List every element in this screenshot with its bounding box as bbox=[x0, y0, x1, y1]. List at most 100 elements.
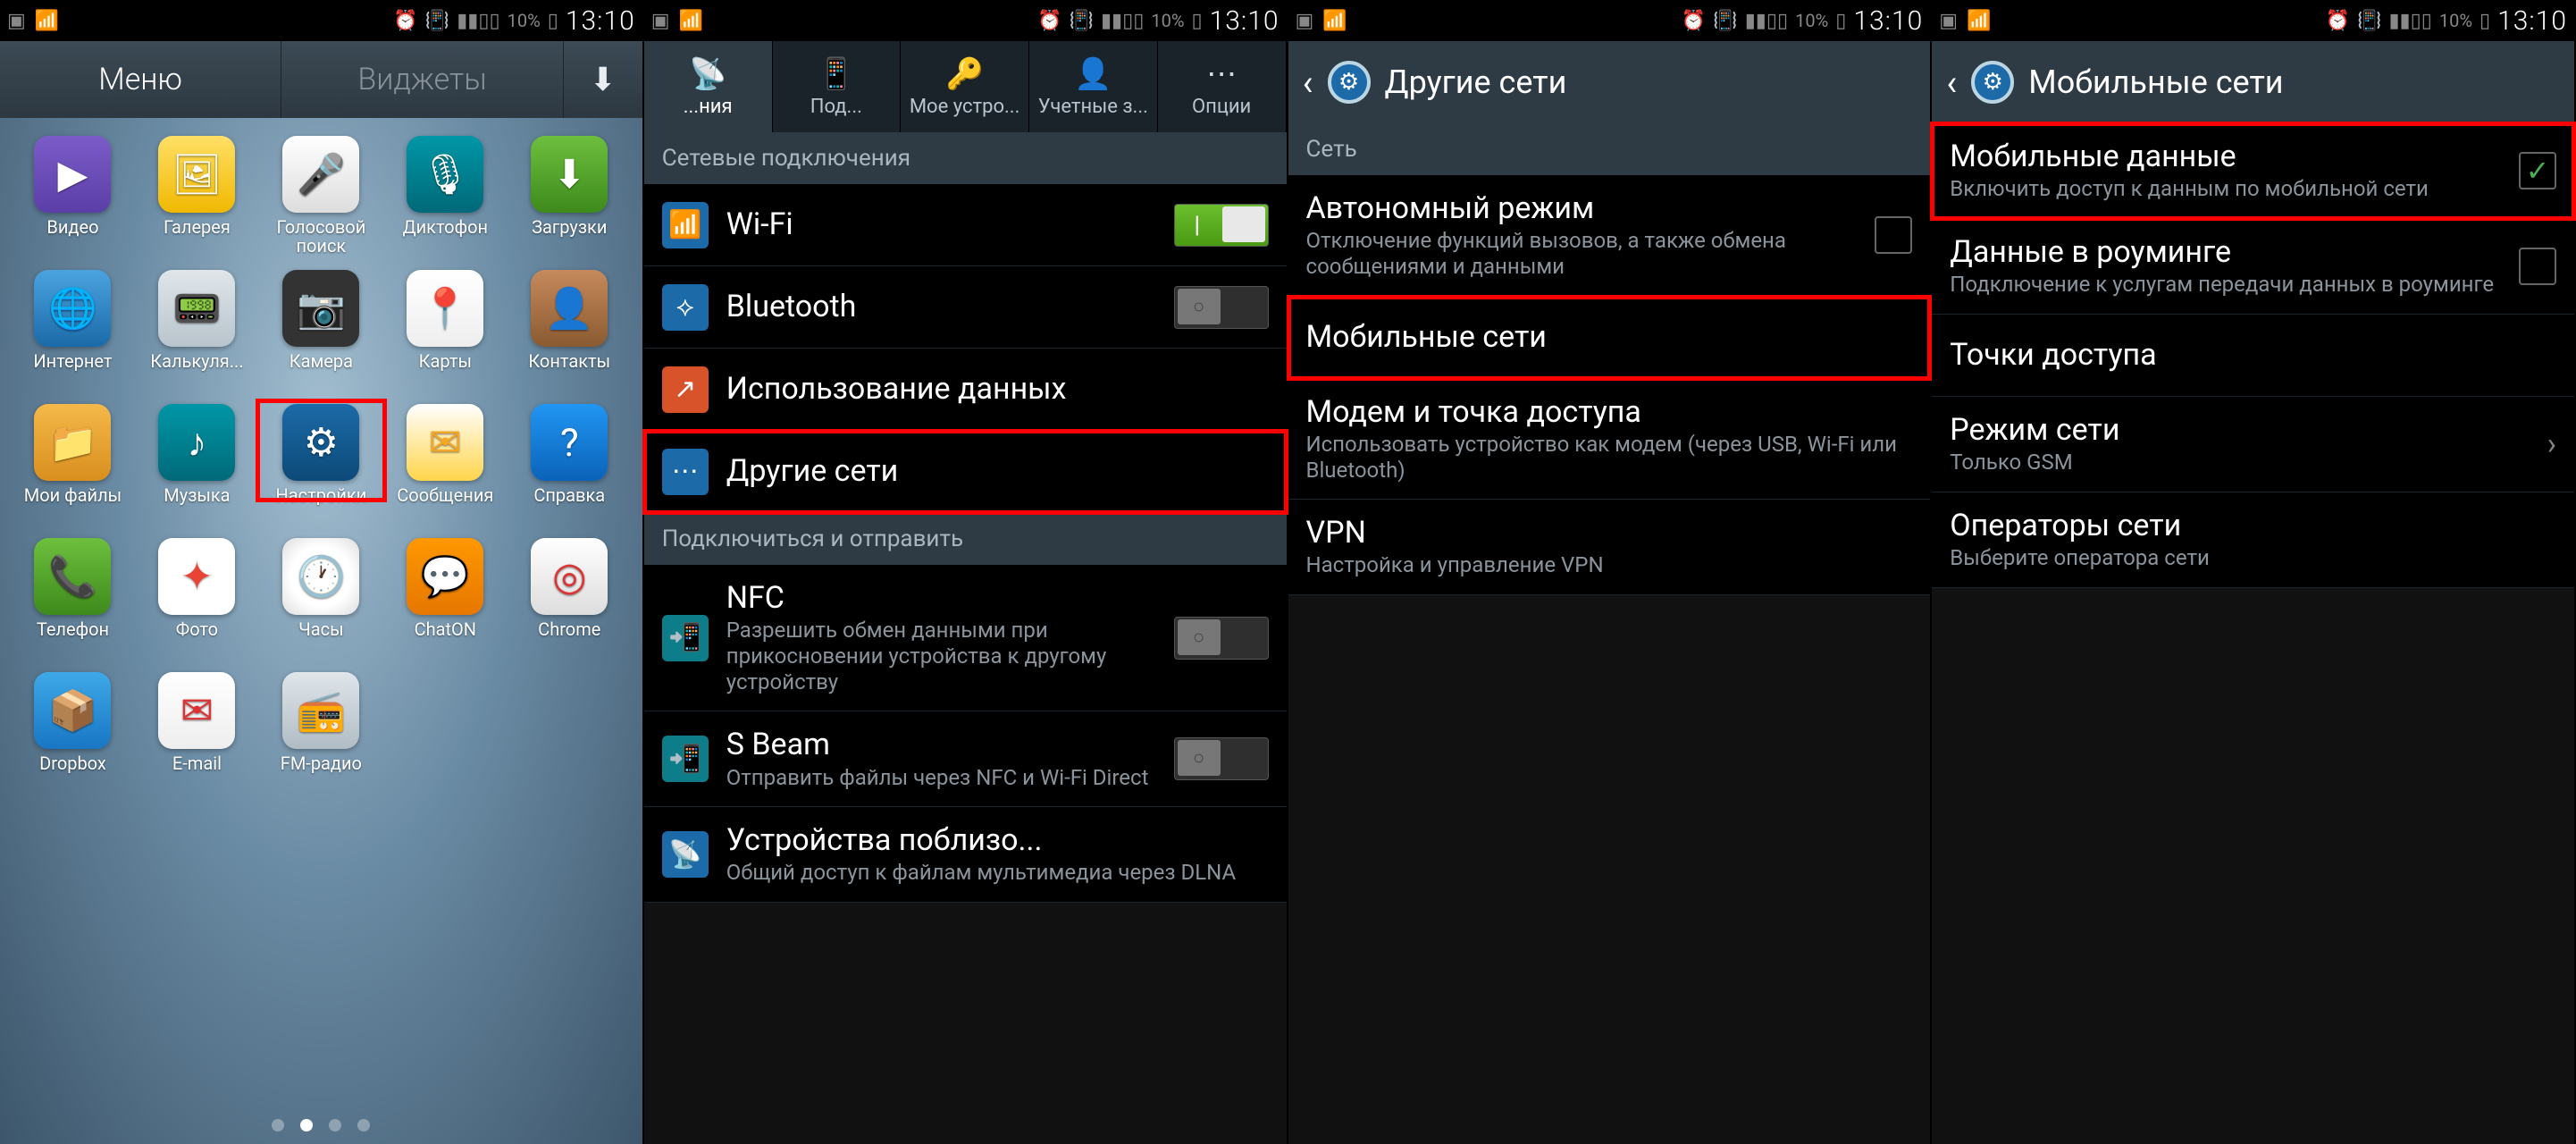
app-icon: 📻 bbox=[282, 672, 359, 749]
tab-label: Мое устро... bbox=[910, 96, 1020, 118]
app-icon: ✉ bbox=[407, 404, 483, 481]
wifi-icon: 📶 bbox=[679, 10, 703, 32]
list-item[interactable]: 📲S BeamОтправить файлы через NFC и Wi-Fi… bbox=[644, 711, 1287, 807]
row-icon: 📲 bbox=[662, 615, 709, 661]
app-Справка[interactable]: ?Справка bbox=[509, 404, 630, 526]
app-Телефон[interactable]: 📞Телефон bbox=[13, 538, 133, 660]
app-label: Загрузки bbox=[532, 218, 607, 257]
battery-icon: ▯ bbox=[2480, 10, 2490, 32]
list-item[interactable]: 📡Устройства поблизо...Общий доступ к фай… bbox=[644, 807, 1287, 903]
checkbox[interactable] bbox=[1875, 216, 1912, 254]
list-item[interactable]: Автономный режимОтключение функций вызов… bbox=[1288, 175, 1931, 297]
tab-label: ...ния bbox=[684, 96, 733, 118]
vibrate-icon: 📳 bbox=[425, 10, 449, 32]
notification-icon: ▣ bbox=[1939, 10, 1958, 32]
app-icon: 🖼 bbox=[158, 136, 235, 213]
list-item[interactable]: Мобильные данныеВключить доступ к данным… bbox=[1932, 123, 2574, 219]
settings-tab[interactable]: 📡...ния bbox=[644, 41, 773, 132]
app-label: FM-радио bbox=[281, 754, 362, 794]
row-title: S Beam bbox=[726, 728, 1156, 762]
tab-label: Под... bbox=[810, 96, 862, 118]
row-title: NFC bbox=[726, 581, 1156, 616]
app-icon: ⬇ bbox=[531, 136, 608, 213]
battery-icon: ▯ bbox=[1192, 10, 1203, 32]
download-icon[interactable]: ⬇ bbox=[564, 61, 642, 98]
app-icon: 📞 bbox=[34, 538, 111, 615]
screen-app-drawer: ▣📶 ⏰ 📳 ▮▮▯▯ 10% ▯ 13:10 Меню Виджеты ⬇ ▶… bbox=[0, 0, 644, 1144]
app-Часы[interactable]: 🕐Часы bbox=[261, 538, 382, 660]
toggle[interactable] bbox=[1174, 737, 1269, 780]
row-icon: ⋯ bbox=[662, 449, 709, 495]
tab-widgets[interactable]: Виджеты bbox=[281, 41, 563, 118]
settings-top-tabs: 📡...ния📱Под...🔑Мое устро...👤Учетные з...… bbox=[644, 41, 1287, 132]
settings-tab[interactable]: ⋯Опции bbox=[1158, 41, 1287, 132]
app-Голосовой поиск[interactable]: 🎤Голосовой поиск bbox=[261, 136, 382, 257]
checkbox[interactable]: ✓ bbox=[2519, 152, 2556, 189]
app-E-mail[interactable]: ✉E-mail bbox=[137, 672, 257, 794]
status-bar: ▣📶 ⏰📳 ▮▮▯▯ 10% ▯ 13:10 bbox=[1288, 0, 1931, 41]
app-Интернет[interactable]: 🌐Интернет bbox=[13, 270, 133, 391]
toggle[interactable] bbox=[1174, 286, 1269, 329]
app-Мои файлы[interactable]: 📁Мои файлы bbox=[13, 404, 133, 526]
app-label: Диктофон bbox=[403, 218, 488, 257]
app-icon: 📍 bbox=[407, 270, 483, 347]
app-icon: 📁 bbox=[34, 404, 111, 481]
app-ChatON[interactable]: 💬ChatON bbox=[385, 538, 506, 660]
app-Карты[interactable]: 📍Карты bbox=[385, 270, 506, 391]
row-title: Устройства поблизо... bbox=[726, 823, 1269, 858]
app-Dropbox[interactable]: 📦Dropbox bbox=[13, 672, 133, 794]
list-item[interactable]: Точки доступа bbox=[1932, 315, 2574, 397]
list-item[interactable]: 📶Wi-Fi bbox=[644, 184, 1287, 266]
row-icon: ↗ bbox=[662, 366, 709, 413]
section-connect-share: Подключиться и отправить bbox=[644, 513, 1287, 565]
tab-label: Учетные з... bbox=[1038, 96, 1148, 118]
settings-tab[interactable]: 📱Под... bbox=[773, 41, 902, 132]
app-Галерея[interactable]: 🖼Галерея bbox=[137, 136, 257, 257]
toggle[interactable] bbox=[1174, 617, 1269, 660]
toggle[interactable] bbox=[1174, 204, 1269, 247]
checkbox[interactable] bbox=[2519, 248, 2556, 285]
app-icon: ◎ bbox=[531, 538, 608, 615]
back-icon[interactable]: ‹ bbox=[1946, 62, 1957, 104]
header-more-networks: ‹ ⚙ Другие сети bbox=[1288, 41, 1931, 123]
app-icon: 🌐 bbox=[34, 270, 111, 347]
list-item[interactable]: ⟡Bluetooth bbox=[644, 266, 1287, 349]
app-FM-радио[interactable]: 📻 FM-радио bbox=[261, 672, 382, 794]
app-Диктофон[interactable]: 🎙Диктофон bbox=[385, 136, 506, 257]
app-Калькуля...[interactable]: 📟Калькуля... bbox=[137, 270, 257, 391]
settings-tab[interactable]: 🔑Мое устро... bbox=[901, 41, 1029, 132]
wifi-icon: 📶 bbox=[1322, 10, 1347, 32]
row-title: Режим сети bbox=[1950, 413, 2530, 448]
list-item[interactable]: VPNНастройка и управление VPN bbox=[1288, 500, 1931, 595]
alarm-icon: ⏰ bbox=[2326, 10, 2350, 32]
app-Камера[interactable]: 📷Камера bbox=[261, 270, 382, 391]
app-label: ChatON bbox=[415, 620, 476, 660]
list-item[interactable]: Данные в роумингеПодключение к услугам п… bbox=[1932, 219, 2574, 315]
app-Настройки[interactable]: ⚙Настройки bbox=[261, 404, 382, 526]
list-item[interactable]: Режим сетиТолько GSM› bbox=[1932, 397, 2574, 492]
back-icon[interactable]: ‹ bbox=[1303, 62, 1313, 104]
app-Контакты[interactable]: 👤Контакты bbox=[509, 270, 630, 391]
app-grid[interactable]: ▶Видео🖼Галерея🎤Голосовой поиск🎙Диктофон⬇… bbox=[0, 118, 642, 1144]
app-Видео[interactable]: ▶Видео bbox=[13, 136, 133, 257]
app-Chrome[interactable]: ◎ Chrome bbox=[509, 538, 630, 660]
settings-tab[interactable]: 👤Учетные з... bbox=[1029, 41, 1158, 132]
list-item[interactable]: Мобильные сети bbox=[1288, 297, 1931, 379]
list-item[interactable]: ⋯Другие сети bbox=[644, 431, 1287, 513]
row-title: Мобильные данные bbox=[1950, 139, 2501, 174]
row-title: Мобильные сети bbox=[1306, 320, 1913, 355]
list-item[interactable]: Модем и точка доступаИспользовать устрой… bbox=[1288, 379, 1931, 500]
row-subtitle: Разрешить обмен данными при прикосновени… bbox=[726, 618, 1156, 694]
drawer-tabs: Меню Виджеты ⬇ bbox=[0, 41, 642, 118]
tab-menu[interactable]: Меню bbox=[0, 41, 281, 118]
list-item[interactable]: 📲 NFCРазрешить обмен данными при прикосно… bbox=[644, 565, 1287, 711]
list-item[interactable]: Операторы сетиВыберите оператора сети bbox=[1932, 492, 2574, 588]
app-label: Chrome bbox=[538, 620, 600, 660]
app-Музыка[interactable]: ♪Музыка bbox=[137, 404, 257, 526]
row-subtitle: Включить доступ к данным по мобильной се… bbox=[1950, 176, 2501, 202]
app-label: Фото bbox=[176, 620, 218, 660]
app-Сообщения[interactable]: ✉Сообщения bbox=[385, 404, 506, 526]
app-Фото[interactable]: ✦Фото bbox=[137, 538, 257, 660]
list-item[interactable]: ↗Использование данных bbox=[644, 349, 1287, 431]
app-Загрузки[interactable]: ⬇ Загрузки bbox=[509, 136, 630, 257]
